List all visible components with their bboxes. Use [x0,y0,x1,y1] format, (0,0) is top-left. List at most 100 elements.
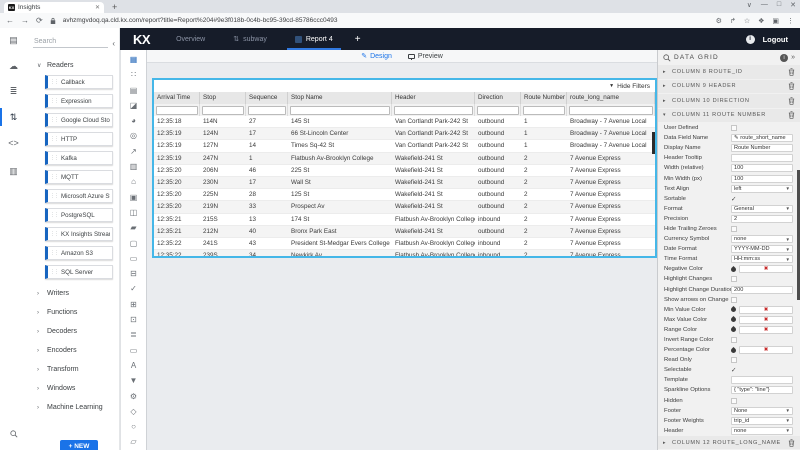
table-row[interactable]: 12:35:19127N14Times Sq-42 StVan Cortland… [154,140,655,152]
section-column-9-header[interactable]: ▸COLUMN 9 HEADER [658,80,800,94]
palette-item-sql-server[interactable]: ⋮⋮SQL Server [45,265,113,279]
sidebar-group-decoders[interactable]: ›Decoders [27,322,119,341]
color-input[interactable]: ✖ [739,306,793,314]
filter-input[interactable] [290,106,390,115]
color-droplet-icon[interactable] [730,306,737,313]
text-input[interactable]: { "type": "line"} [731,386,793,394]
area-chart-widget-icon[interactable]: ◪ [130,98,138,113]
sidebar-group-writers[interactable]: ›Writers [27,284,119,303]
sidebar-group-windows[interactable]: ›Windows [27,379,119,398]
color-droplet-icon[interactable] [730,266,737,273]
select-input[interactable]: YYYY-MM-DD▼ [731,245,793,253]
slider-widget-icon[interactable]: ⊟ [130,266,137,281]
text-widget-icon[interactable]: A [131,358,136,373]
list-widget-icon[interactable]: ≣ [130,327,137,342]
columns-widget-icon[interactable]: ◫ [130,205,138,220]
inspector-collapse-icon[interactable]: » [791,54,795,61]
text-input[interactable]: 100 [731,164,793,172]
hierarchy-widget-icon[interactable]: ⊡ [130,312,137,327]
trash-icon[interactable] [788,106,795,124]
pipelines-icon[interactable]: ⇅ [0,112,27,123]
sidebar-group-transform[interactable]: ›Transform [27,360,119,379]
table-row[interactable]: 12:35:19247N1Flatbush Av-Brooklyn Colleg… [154,153,655,165]
table-row[interactable]: 12:35:19124N1766 St-Lincoln CenterVan Co… [154,128,655,140]
color-droplet-icon[interactable] [730,316,737,323]
search-input[interactable]: Search [33,36,108,48]
column-header-direction[interactable]: Direction [475,92,521,104]
color-droplet-icon[interactable] [730,326,737,333]
text-input[interactable]: Route Number [731,144,793,152]
palette-item-google-cloud-storage[interactable]: ⋮⋮Google Cloud Storage [45,113,113,127]
filter-input[interactable] [394,106,473,115]
clear-color-icon[interactable]: ✖ [764,327,769,333]
column-header-route-long-name[interactable]: route_long_name [567,92,655,104]
home-widget-icon[interactable]: ⌂ [131,174,136,189]
tab-report-4[interactable]: Report 4 [283,28,345,50]
filter-input[interactable] [202,106,244,115]
column-header-arrival-time[interactable]: Arrival Time [154,92,200,104]
column-header-header[interactable]: Header [392,92,475,104]
table-row[interactable]: 12:35:20230N17Wall StWakefield-241 Stout… [154,177,655,189]
key-icon[interactable]: ⚙ [716,17,722,25]
select-input[interactable]: none▼ [731,427,793,435]
palette-item-microsoft-azure-storage[interactable]: ⋮⋮Microsoft Azure Storage [45,189,113,203]
column-header-sequence[interactable]: Sequence [246,92,288,104]
select-input[interactable]: trip_id▼ [731,417,793,425]
palette-item-kafka[interactable]: ⋮⋮Kafka [45,151,113,165]
color-droplet-icon[interactable] [730,347,737,354]
section-column-8-route-id[interactable]: ▸COLUMN 8 ROUTE_ID [658,65,800,79]
panel-widget-icon[interactable]: ▰ [130,220,136,235]
maximize-icon[interactable]: □ [777,1,781,9]
section-column-11-route-number[interactable]: ▾COLUMN 11 ROUTE NUMBER [658,109,800,123]
logout-button[interactable]: Logout [763,35,788,44]
menu-kebab-icon[interactable]: ⋮ [787,17,794,25]
chart-icon[interactable]: ▥ [0,166,27,177]
table-row[interactable]: 12:35:20219N33Prospect AvWakefield-241 S… [154,201,655,213]
data-grid-widget[interactable]: ▼ Hide Filters Arrival TimeStopSequenceS… [152,78,657,258]
filter-input[interactable] [156,106,198,115]
filter-input[interactable] [569,106,653,115]
table-row[interactable]: 12:35:20206N46225 StWakefield-241 Stoutb… [154,165,655,177]
new-tab-button[interactable]: + [112,2,117,12]
checkbox[interactable] [731,398,737,404]
text-input[interactable]: ✎ route_short_name [731,134,793,142]
text-input[interactable]: 2 [731,215,793,223]
sidebar-group-machine-learning[interactable]: ›Machine Learning [27,398,119,417]
table-row[interactable]: 12:35:21215S13174 StFlatbush Av-Brooklyn… [154,214,655,226]
color-input[interactable]: ✖ [739,316,793,324]
section-column-12-route-long-name[interactable]: ▸COLUMN 12 ROUTE_LONG_NAME [658,436,800,450]
table-row[interactable]: 12:35:20225N28125 StWakefield-241 Stoutb… [154,189,655,201]
close-icon[interactable]: ✕ [790,1,796,9]
new-button[interactable]: + NEW [60,440,98,450]
window-widget-icon[interactable]: ▢ [130,236,138,251]
filter-input[interactable] [523,106,565,115]
column-header-route-number[interactable]: Route Number [521,92,567,104]
checkbox[interactable] [731,226,737,232]
section-column-10-direction[interactable]: ▸COLUMN 10 DIRECTION [658,94,800,108]
clear-color-icon[interactable]: ✖ [764,307,769,313]
tab-close-icon[interactable]: ✕ [95,4,100,11]
palette-item-expression[interactable]: ⋮⋮Expression [45,94,113,108]
color-input[interactable]: ✖ [739,326,793,334]
share-icon[interactable]: ↱ [730,17,736,25]
tools-widget-icon[interactable]: ⚙ [130,389,137,404]
checkbox-checked-icon[interactable]: ✓ [731,195,736,203]
checkbox-checked-icon[interactable]: ✓ [731,366,736,374]
filter-input[interactable] [248,106,286,115]
palette-item-amazon-s3[interactable]: ⋮⋮Amazon S3 [45,246,113,260]
palette-item-mqtt[interactable]: ⋮⋮MQTT [45,170,113,184]
sidebar-group-functions[interactable]: ›Functions [27,303,119,322]
checkbox[interactable] [731,125,737,131]
table-row[interactable]: 12:35:22241S43President St-Medgar Evers … [154,238,655,250]
select-input[interactable]: none▼ [731,235,793,243]
pivot-table-widget-icon[interactable]: ▥ [130,159,138,174]
info-icon[interactable]: i [746,35,755,44]
cloud-icon[interactable]: ☁ [0,61,27,72]
select-input[interactable]: General▼ [731,205,793,213]
clear-color-icon[interactable]: ✖ [764,266,769,272]
copy-icon[interactable]: ▤ [0,35,27,46]
sidebar-group-readers[interactable]: ∨Readers [27,56,119,75]
select-input[interactable]: left▼ [731,185,793,193]
check-widget-icon[interactable]: ✓ [130,281,137,296]
extensions-icon[interactable]: ❖ [758,17,764,25]
